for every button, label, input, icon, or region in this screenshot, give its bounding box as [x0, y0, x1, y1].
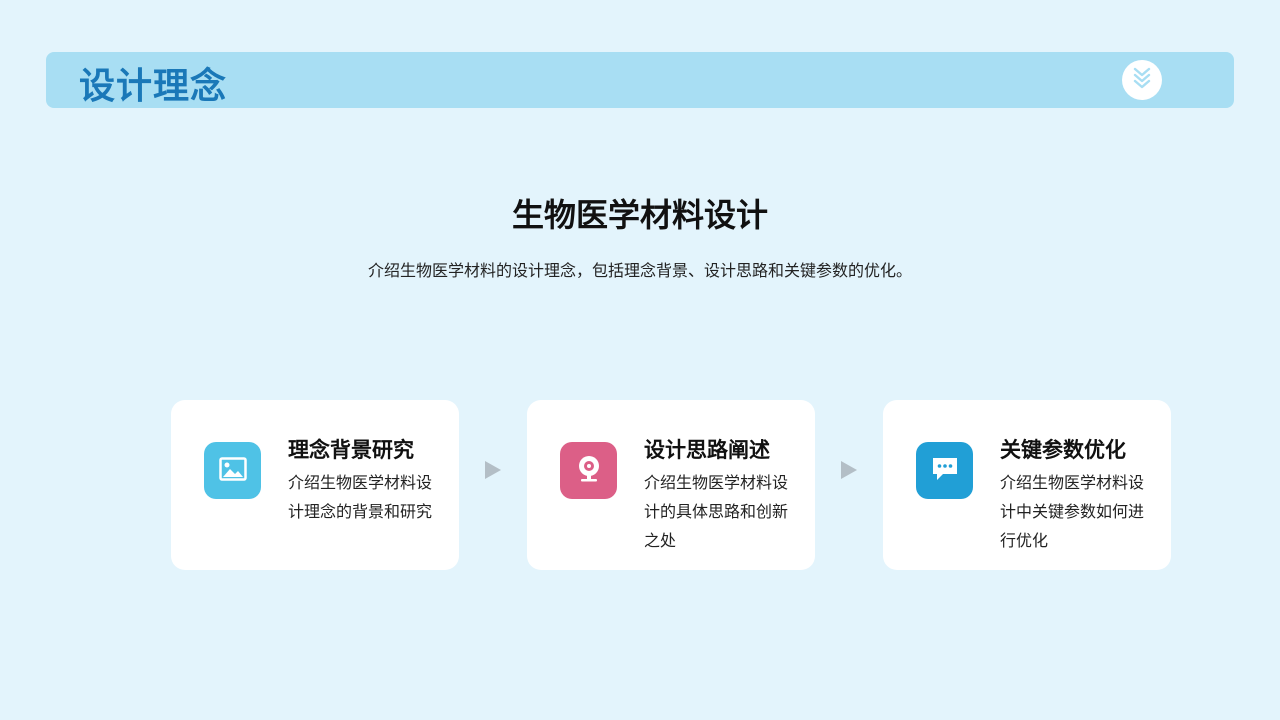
arrow-icon — [485, 461, 501, 479]
card-icon-box — [916, 442, 973, 499]
card-description: 介绍生物医学材料设计理念的背景和研究 — [288, 473, 433, 521]
section-subtitle: 介绍生物医学材料的设计理念，包括理念背景、设计思路和关键参数的优化。 — [367, 261, 912, 280]
card-icon-box — [560, 442, 617, 499]
double-chevron-down-icon — [1131, 66, 1153, 94]
card-key-parameters[interactable]: 关键参数优化 介绍生物医学材料设计中关键参数如何进行优化 — [883, 400, 1171, 570]
card-description: 介绍生物医学材料设计的具体思路和创新之处 — [644, 473, 789, 550]
card-title: 设计思路阐述 — [644, 438, 770, 462]
card-title: 理念背景研究 — [288, 438, 414, 462]
card-icon-box — [204, 442, 261, 499]
chat-bubble-icon — [931, 456, 959, 486]
header-notch — [1076, 54, 1112, 66]
header-bar: 设计理念 — [46, 52, 1234, 108]
arrow-icon — [841, 461, 857, 479]
card-design-thinking[interactable]: 设计思路阐述 介绍生物医学材料设计的具体思路和创新之处 — [527, 400, 815, 570]
card-background-research[interactable]: 理念背景研究 介绍生物医学材料设计理念的背景和研究 — [171, 400, 459, 570]
card-description: 介绍生物医学材料设计中关键参数如何进行优化 — [1000, 473, 1145, 550]
section-title: 生物医学材料设计 — [511, 196, 768, 234]
image-icon — [218, 456, 247, 485]
card-title: 关键参数优化 — [1000, 438, 1126, 462]
page-title: 设计理念 — [79, 66, 228, 107]
header-badge[interactable] — [1122, 60, 1162, 100]
webcam-icon — [575, 454, 603, 488]
